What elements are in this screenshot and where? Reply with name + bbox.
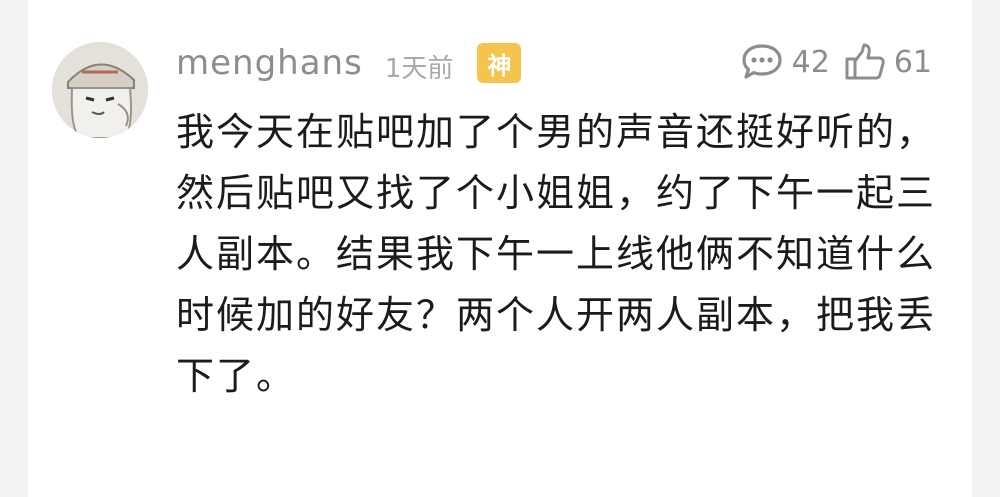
comment-text-line: 下了。 <box>176 354 297 398</box>
comment-text-line: 我今天在贴吧加了个男的声音还挺好听的， <box>176 110 937 154</box>
reply-count: 42 <box>791 44 830 80</box>
comment-text-line: 人副本。结果我下午一上线他俩不知道什么 <box>176 232 937 276</box>
timestamp: 1天前 <box>384 53 454 84</box>
comment-header: menghans 1天前 神 <box>176 38 522 88</box>
comment-text-line: 然后贴吧又找了个小姐姐，约了下午一起三 <box>176 171 937 215</box>
like-count: 61 <box>893 44 932 80</box>
comment-card: menghans 1天前 神 42 61 我今天在贴吧加了个男的声音还挺好听的，… <box>28 0 972 497</box>
like-button[interactable]: 61 <box>844 42 932 82</box>
avatar[interactable] <box>52 42 148 138</box>
comment-text-line: 时候加的好友？两个人开两人副本，把我丢 <box>176 293 937 337</box>
reply-button[interactable]: 42 <box>740 42 830 82</box>
god-comment-badge: 神 <box>477 43 522 83</box>
avatar-image <box>52 42 148 138</box>
username[interactable]: menghans <box>176 43 363 83</box>
comment-body: 我今天在贴吧加了个男的声音还挺好听的， 然后贴吧又找了个小姐姐，约了下午一起三 … <box>176 102 936 407</box>
comment-bubble-icon <box>742 44 782 79</box>
comment-stats: 42 61 <box>740 40 932 84</box>
thumbs-up-icon <box>845 43 885 80</box>
